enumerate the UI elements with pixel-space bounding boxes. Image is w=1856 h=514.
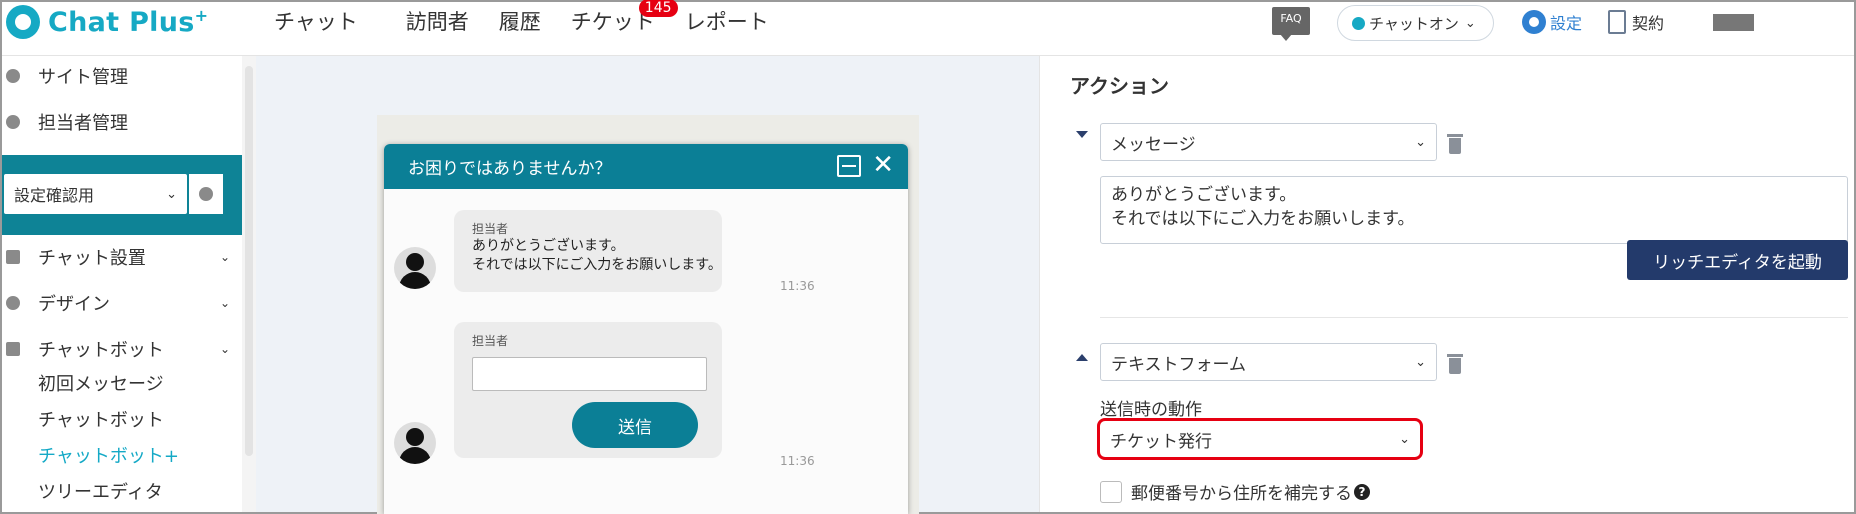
nav-chat[interactable]: チャット — [270, 6, 384, 36]
postal-autocomplete-text: 郵便番号から住所を補完する — [1131, 484, 1352, 504]
site-select[interactable]: 設定確認用 ⌄ — [4, 174, 187, 214]
textarea-line: それでは以下にご入力をお願いします。 — [1111, 209, 1415, 229]
message-textarea[interactable]: ありがとうございます。 それでは以下にご入力をお願いします。 — [1100, 176, 1848, 244]
message-text: ありがとうございます。 それでは以下にご入力をお願いします。 — [472, 237, 722, 275]
operator-avatar — [394, 422, 436, 464]
ticket-count-badge: 145 — [638, 0, 678, 17]
widget-header: お困りではありませんか？ ✕ — [384, 144, 908, 189]
chevron-down-icon: ⌄ — [1415, 134, 1426, 150]
chevron-down-icon: ⌄ — [166, 186, 177, 202]
sidebar-sub-chatbot-plus[interactable]: チャットボット+ — [38, 442, 179, 468]
sender-name: 担当者 — [472, 334, 509, 348]
sidebar-sub-tree-editor[interactable]: ツリーエディタ — [38, 478, 163, 504]
action-panel: アクション メッセージ ⌄ ありがとうございます。 それでは以下にご入力をお願い… — [1039, 56, 1854, 512]
action-type-value: テキストフォーム — [1111, 354, 1246, 375]
users-icon — [6, 115, 20, 129]
sidebar-item-label: サイト管理 — [38, 67, 128, 88]
sidebar-item-chat-setup[interactable]: チャット設置 ⌄ — [2, 242, 234, 272]
message-bubble: 担当者 ありがとうございます。 それでは以下にご入力をお願いします。 — [454, 210, 722, 292]
trash-icon[interactable] — [1447, 354, 1463, 374]
operator-avatar — [394, 247, 436, 289]
message-time: 11:36 — [780, 454, 815, 468]
scrollbar-thumb[interactable] — [245, 66, 253, 456]
sidebar-item-label: チャット設置 — [38, 248, 146, 269]
help-icon[interactable]: ? — [1354, 483, 1370, 500]
site-settings-button[interactable] — [189, 174, 223, 214]
gear-icon — [199, 187, 213, 201]
chevron-down-icon: ⌄ — [219, 250, 230, 264]
rich-editor-button[interactable]: リッチエディタを起動 — [1627, 240, 1848, 280]
sidebar-item-chatbot[interactable]: チャットボット ⌄ — [2, 334, 234, 364]
chat-status-dropdown[interactable]: チャットオン ⌄ — [1337, 5, 1494, 41]
nav-reports[interactable]: レポート — [681, 6, 795, 36]
widget-title: お困りではありませんか？ — [408, 159, 612, 179]
widget-send-button[interactable]: 送信 — [572, 402, 698, 448]
trash-icon[interactable] — [1447, 134, 1463, 154]
logo-text: Chat Plus — [48, 7, 195, 38]
sidebar-item-site-admin[interactable]: サイト管理 — [2, 61, 234, 91]
settings-label: 設定 — [1550, 14, 1583, 33]
sender-name: 担当者 — [472, 222, 509, 236]
document-icon — [1608, 10, 1626, 34]
contract-link[interactable]: 契約 — [1608, 10, 1664, 34]
user-menu[interactable] — [1713, 14, 1754, 31]
gear-icon — [6, 69, 20, 83]
message-time: 11:36 — [780, 279, 815, 293]
sidebar-sub-first-message[interactable]: 初回メッセージ — [38, 370, 164, 396]
send-behavior-value: チケット発行 — [1110, 431, 1212, 452]
main-nav: チャット 訪問者 履歴 チケット 145 レポート — [270, 0, 795, 36]
site-select-value: 設定確認用 — [14, 186, 95, 205]
contract-label: 契約 — [1632, 14, 1665, 33]
sidebar-item-label: チャットボット — [38, 340, 164, 361]
postal-autocomplete-checkbox[interactable] — [1100, 481, 1122, 503]
chevron-down-icon: ⌄ — [1399, 431, 1410, 447]
sidebar-sub-chatbot[interactable]: チャットボット — [38, 406, 164, 432]
settings-link[interactable]: 設定 — [1522, 10, 1582, 34]
action-type-select[interactable]: メッセージ ⌄ — [1100, 123, 1437, 161]
send-behavior-label: 送信時の動作 — [1100, 400, 1202, 420]
site-selector-area: 設定確認用 ⌄ — [2, 155, 242, 235]
nav-tickets[interactable]: チケット 145 — [567, 0, 681, 36]
logo[interactable]: Chat Plus+ — [2, 2, 208, 42]
chevron-down-icon: ⌄ — [219, 342, 230, 356]
sidebar-item-label: デザイン — [38, 294, 110, 315]
textarea-line: ありがとうございます。 — [1111, 185, 1297, 205]
chevron-down-icon: ⌄ — [1415, 354, 1426, 370]
status-dot-icon — [1352, 16, 1365, 30]
send-behavior-select[interactable]: チケット発行 ⌄ — [1097, 418, 1423, 460]
nav-history[interactable]: 履歴 — [495, 6, 567, 36]
sidebar-item-design[interactable]: デザイン ⌄ — [2, 288, 234, 318]
sidebar: サイト管理 担当者管理 設定確認用 ⌄ チャット設置 ⌄ デザイン ⌄ チャット… — [2, 56, 242, 512]
close-icon[interactable]: ✕ — [872, 150, 894, 180]
form-bubble: 担当者 送信 — [454, 322, 722, 458]
top-header: Chat Plus+ チャット 訪問者 履歴 チケット 145 レポート FAQ … — [2, 0, 1854, 56]
chat-status-label: チャットオン — [1369, 14, 1459, 33]
tools-icon — [6, 250, 20, 264]
divider — [1100, 317, 1848, 318]
message-line: ありがとうございます。 — [472, 238, 625, 254]
chevron-down-icon: ⌄ — [219, 296, 230, 310]
chat-widget-preview: お困りではありませんか？ ✕ 担当者 ありがとうございます。 それでは以下にご入… — [384, 144, 908, 514]
sidebar-item-label: 担当者管理 — [38, 113, 128, 134]
sidebar-scrollbar[interactable] — [242, 56, 256, 512]
action-heading: アクション — [1070, 74, 1169, 98]
sidebar-item-operator-admin[interactable]: 担当者管理 — [2, 107, 234, 137]
chat-icon — [6, 342, 20, 356]
nav-visitors[interactable]: 訪問者 — [402, 6, 495, 36]
action-type-select[interactable]: テキストフォーム ⌄ — [1100, 343, 1437, 381]
minimize-icon[interactable] — [837, 155, 861, 177]
palette-icon — [6, 296, 20, 310]
chevron-down-icon: ⌄ — [1464, 15, 1476, 31]
postal-autocomplete-label: 郵便番号から住所を補完する ? — [1131, 479, 1370, 504]
action-type-value: メッセージ — [1111, 134, 1196, 155]
gear-icon — [1522, 10, 1546, 34]
widget-text-input[interactable] — [472, 357, 707, 391]
collapse-toggle-icon[interactable] — [1076, 131, 1088, 138]
expand-toggle-icon[interactable] — [1076, 354, 1088, 361]
logo-plus: + — [194, 6, 209, 25]
logo-icon — [6, 5, 40, 39]
faq-button[interactable]: FAQ — [1272, 7, 1310, 41]
message-line: それでは以下にご入力をお願いします。 — [472, 257, 722, 273]
